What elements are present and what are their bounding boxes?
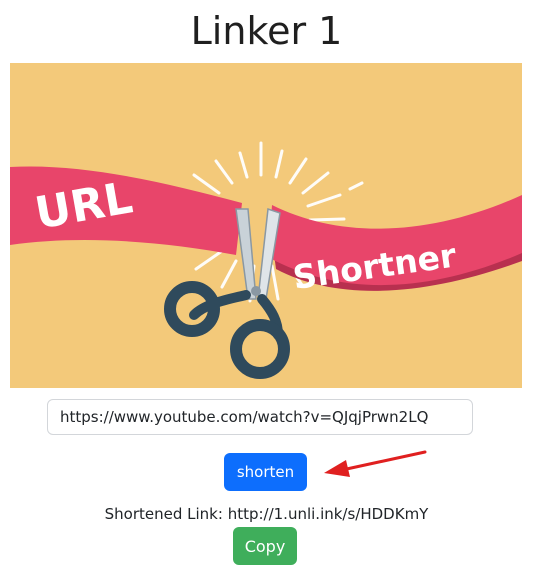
- url-input[interactable]: [47, 399, 473, 435]
- url-shortener-banner: URL Shortner: [10, 63, 522, 388]
- copy-button[interactable]: Copy: [233, 527, 297, 565]
- red-arrow-annotation: [324, 450, 427, 477]
- page: Linker 1 URL Shortner https://www.youtub…: [0, 0, 533, 574]
- shortened-link-text: Shortened Link: http://1.unli.ink/s/HDDK…: [104, 505, 429, 523]
- shorten-button[interactable]: shorten: [224, 453, 307, 491]
- page-title: Linker 1: [190, 9, 343, 53]
